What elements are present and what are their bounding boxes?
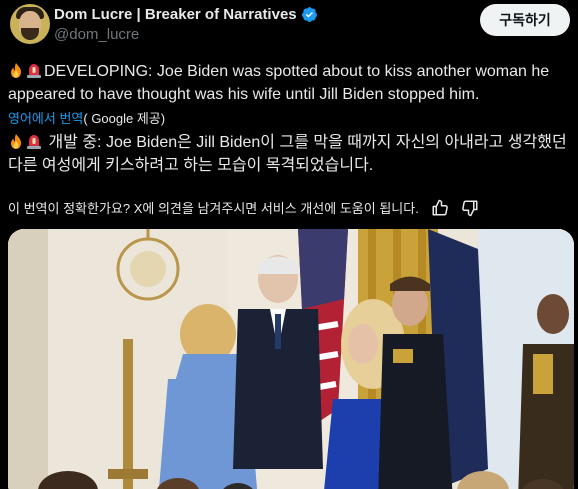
avatar[interactable] xyxy=(10,4,50,44)
verified-badge-icon[interactable] xyxy=(301,6,318,23)
video-frame xyxy=(8,229,574,489)
subscribe-button[interactable]: 구독하기 xyxy=(480,4,570,36)
translation-provider: ( Google 제공) xyxy=(83,111,166,126)
thumbs-up-icon[interactable] xyxy=(431,199,449,217)
post-video-thumbnail[interactable] xyxy=(8,229,574,489)
author-handle[interactable]: @dom_lucre xyxy=(54,26,139,43)
post-text-english-content: DEVELOPING: Joe Biden was spotted about … xyxy=(8,63,550,103)
author-display-name[interactable]: Dom Lucre | Breaker of Narratives xyxy=(54,6,297,23)
post-text-english: DEVELOPING: Joe Biden was spotted about … xyxy=(8,60,574,106)
fire-emoji-icon xyxy=(11,63,21,78)
thumbs-down-icon[interactable] xyxy=(461,199,479,217)
translated-from-link[interactable]: 영어에서 번역 xyxy=(8,111,83,126)
siren-emoji-icon xyxy=(27,135,41,149)
translation-feedback: 이 번역이 정확한가요? X에 의견을 남겨주시면 서비스 개선에 도움이 됩니… xyxy=(8,198,479,217)
post-header: Dom Lucre | Breaker of Narratives @dom_l… xyxy=(10,4,570,44)
translation-source: 영어에서 번역( Google 제공) xyxy=(8,108,165,127)
author-name-row: Dom Lucre | Breaker of Narratives xyxy=(54,6,318,23)
post-text-korean: 개발 중: Joe Biden은 Jill Biden이 그를 막을 때까지 자… xyxy=(8,131,574,177)
post-text-korean-content: 개발 중: Joe Biden은 Jill Biden이 그를 막을 때까지 자… xyxy=(8,134,567,174)
fire-emoji-icon xyxy=(11,134,21,149)
siren-emoji-icon xyxy=(27,64,41,78)
translation-feedback-question: 이 번역이 정확한가요? X에 의견을 남겨주시면 서비스 개선에 도움이 됩니… xyxy=(8,201,419,216)
